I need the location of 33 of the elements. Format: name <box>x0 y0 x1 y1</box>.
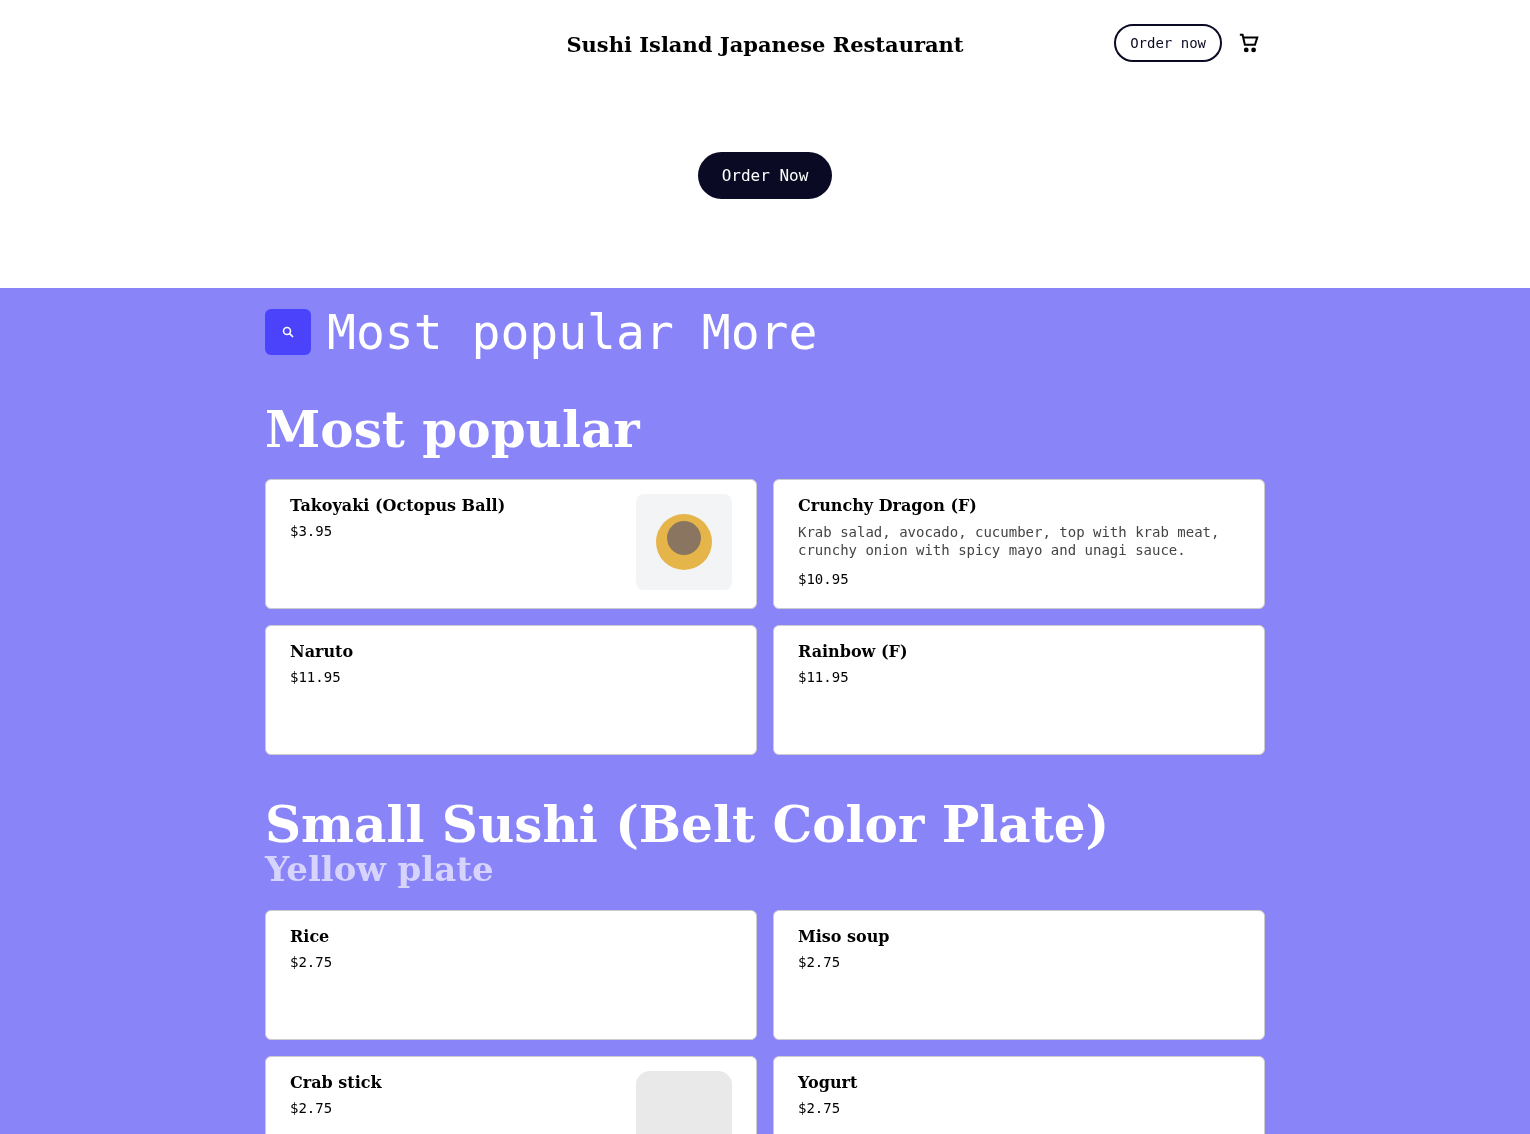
order-now-button[interactable]: Order Now <box>697 152 833 199</box>
menu-item-card[interactable]: Takoyaki (Octopus Ball) $3.95 <box>265 478 757 609</box>
item-name: Yogurt <box>798 1073 859 1093</box>
menu-item-card[interactable]: Crab stick $2.75 <box>265 1056 757 1134</box>
menu-item-card[interactable]: Naruto $11.95 <box>265 624 757 755</box>
item-name: Crunchy Dragon (F) <box>798 495 978 515</box>
menu-item-card[interactable]: Rice $2.75 <box>265 910 757 1041</box>
cart-icon[interactable] <box>1238 32 1260 54</box>
section-heading: Most popular <box>265 404 641 457</box>
menu-item-card[interactable]: Yogurt $2.75 <box>773 1056 1265 1134</box>
item-price: $2.75 <box>290 1100 334 1117</box>
item-name: Takoyaki (Octopus Ball) <box>290 495 507 515</box>
order-now-button[interactable]: Order now <box>1114 24 1222 62</box>
item-description: Krab salad, avocado, cucumber, top with krab meat, crunchy onion with spicy mayo and unagi sauce. <box>798 522 1221 559</box>
item-price: $11.95 <box>798 668 850 685</box>
item-name: Rainbow (F) <box>798 641 909 661</box>
section-subheading: Yellow plate <box>265 851 495 889</box>
section-heading: Small Sushi (Belt Color Plate) <box>265 798 1111 851</box>
item-price: $3.95 <box>290 522 334 539</box>
item-name: Naruto <box>290 641 355 661</box>
item-name: Miso soup <box>798 927 891 947</box>
item-name: Crab stick <box>290 1073 383 1093</box>
menu-item-card[interactable]: Rainbow (F) $11.95 <box>773 624 1265 755</box>
restaurant-title: Sushi Island Japanese Restaurant <box>566 31 964 57</box>
search-icon <box>282 326 294 338</box>
menu-item-card[interactable]: Miso soup $2.75 <box>773 910 1265 1041</box>
item-price: $2.75 <box>798 1100 842 1117</box>
item-price: $11.95 <box>290 668 342 685</box>
item-name: Rice <box>290 927 331 947</box>
item-price: $2.75 <box>798 954 842 971</box>
item-price: $2.75 <box>290 954 334 971</box>
menu-item-card[interactable]: Crunchy Dragon (F) Krab salad, avocado, cucumber, top with krab meat, crunchy onion with spicy mayo and unagi sauce. $10.95 <box>773 478 1265 609</box>
item-price: $10.95 <box>798 570 850 587</box>
